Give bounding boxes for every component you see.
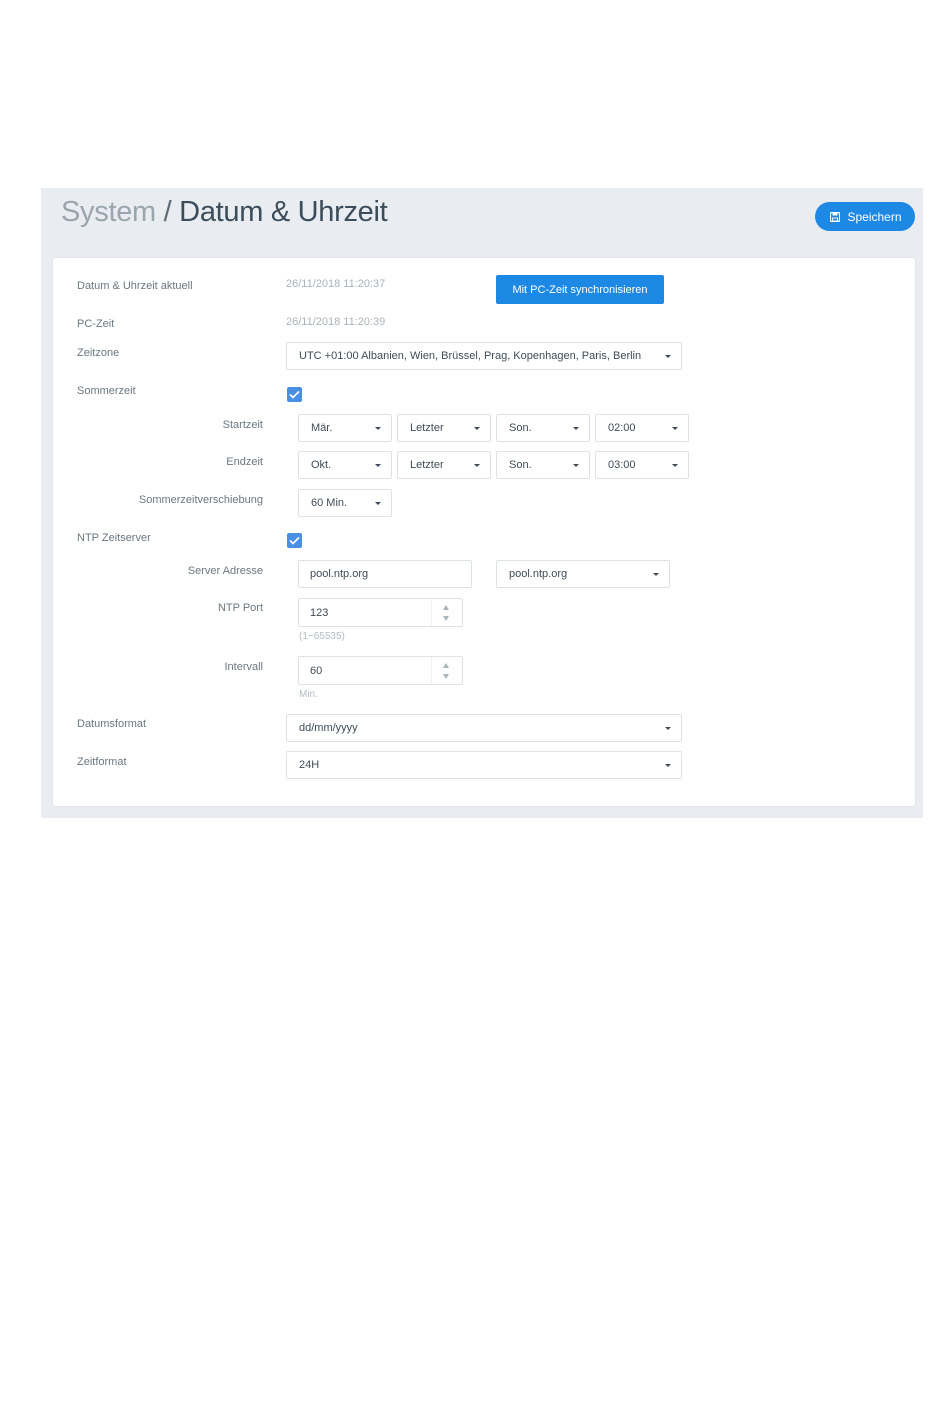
start-day-value: Son. [509,422,532,434]
time-format-value: 24H [299,759,320,771]
chevron-down-icon [672,464,678,467]
end-month-value: Okt. [311,459,332,471]
date-format-select[interactable]: dd/mm/yyyy [286,714,682,742]
save-icon [830,211,841,222]
spin-up-icon[interactable] [443,605,449,610]
start-week-select[interactable]: Letzter [397,414,491,442]
dst-offset-label: Sommerzeitverschiebung [138,494,263,506]
spin-down-icon[interactable] [443,616,449,621]
start-time-value: 02:00 [608,422,636,434]
ntp-port-input[interactable]: 123 [298,598,463,627]
ntp-checkbox[interactable] [287,533,302,548]
chevron-down-icon [672,427,678,430]
end-day-value: Son. [509,459,532,471]
save-button-label: Speichern [847,209,902,224]
chevron-down-icon [474,427,480,430]
breadcrumb-separator: / [155,196,180,228]
chevron-down-icon [665,727,671,730]
chevron-down-icon [474,464,480,467]
end-time-label: Endzeit [226,456,263,468]
dst-checkbox[interactable] [287,387,302,402]
timezone-value: UTC +01:00 Albanien, Wien, Brüssel, Prag… [299,350,642,362]
dst-offset-value: 60 Min. [311,497,348,509]
date-format-value: dd/mm/yyyy [299,722,358,734]
chevron-down-icon [665,355,671,358]
chevron-down-icon [653,573,659,576]
interval-spinner [431,657,462,684]
chevron-down-icon [573,427,579,430]
chevron-down-icon [375,502,381,505]
ntp-port-label: NTP Port [217,602,263,614]
breadcrumb-system: System [61,196,156,228]
dst-label: Sommerzeit [77,385,136,397]
end-time-select[interactable]: 03:00 [595,451,689,479]
timezone-label: Zeitzone [77,347,120,359]
timezone-select[interactable]: UTC +01:00 Albanien, Wien, Brüssel, Prag… [286,342,682,370]
start-time-label: Startzeit [222,419,263,431]
chevron-down-icon [375,464,381,467]
interval-label: Intervall [224,661,263,673]
end-day-select[interactable]: Son. [496,451,590,479]
current-datetime-value: 26/11/2018 11:20:37 [286,278,386,290]
end-month-select[interactable]: Okt. [298,451,392,479]
page-title: System / Datum & Uhrzeit [61,196,388,229]
breadcrumb-current: Datum & Uhrzeit [179,196,388,228]
ntp-port-value: 123 [310,606,329,619]
current-datetime-label: Datum & Uhrzeit aktuell [77,280,193,292]
interval-unit-hint: Min. [299,689,318,700]
end-time-value: 03:00 [608,459,636,471]
ntp-port-spinner [431,599,462,626]
start-month-value: Mär. [311,422,333,434]
ntp-port-hint: (1~65535) [299,631,345,642]
chevron-down-icon [375,427,381,430]
chevron-down-icon [665,764,671,767]
server-address-input[interactable]: pool.ntp.org [298,560,472,588]
settings-panel: System / Datum & Uhrzeit Speichern Datum… [41,188,923,818]
save-button[interactable]: Speichern [815,202,915,231]
date-format-label: Datumsformat [77,718,147,730]
start-week-value: Letzter [410,422,444,434]
start-day-select[interactable]: Son. [496,414,590,442]
end-week-select[interactable]: Letzter [397,451,491,479]
pc-time-label: PC-Zeit [77,318,115,330]
start-month-select[interactable]: Mär. [298,414,392,442]
sync-pc-time-button[interactable]: Mit PC-Zeit synchronisieren [496,275,664,304]
datetime-form-card: Datum & Uhrzeit aktuell 26/11/2018 11:20… [53,258,915,806]
end-week-value: Letzter [410,459,444,471]
ntp-server-label: NTP Zeitserver [77,532,151,544]
server-preset-select[interactable]: pool.ntp.org [496,560,670,588]
dst-offset-select[interactable]: 60 Min. [298,489,392,517]
interval-value: 60 [310,664,323,677]
server-address-value: pool.ntp.org [310,568,369,580]
time-format-label: Zeitformat [77,756,127,768]
chevron-down-icon [573,464,579,467]
check-icon [289,390,300,399]
pc-time-value: 26/11/2018 11:20:39 [286,316,386,328]
spin-up-icon[interactable] [443,663,449,668]
server-address-label: Server Adresse [187,565,263,577]
start-time-select[interactable]: 02:00 [595,414,689,442]
interval-input[interactable]: 60 [298,656,463,685]
server-preset-value: pool.ntp.org [509,568,568,580]
time-format-select[interactable]: 24H [286,751,682,779]
spin-down-icon[interactable] [443,674,449,679]
check-icon [289,536,300,545]
